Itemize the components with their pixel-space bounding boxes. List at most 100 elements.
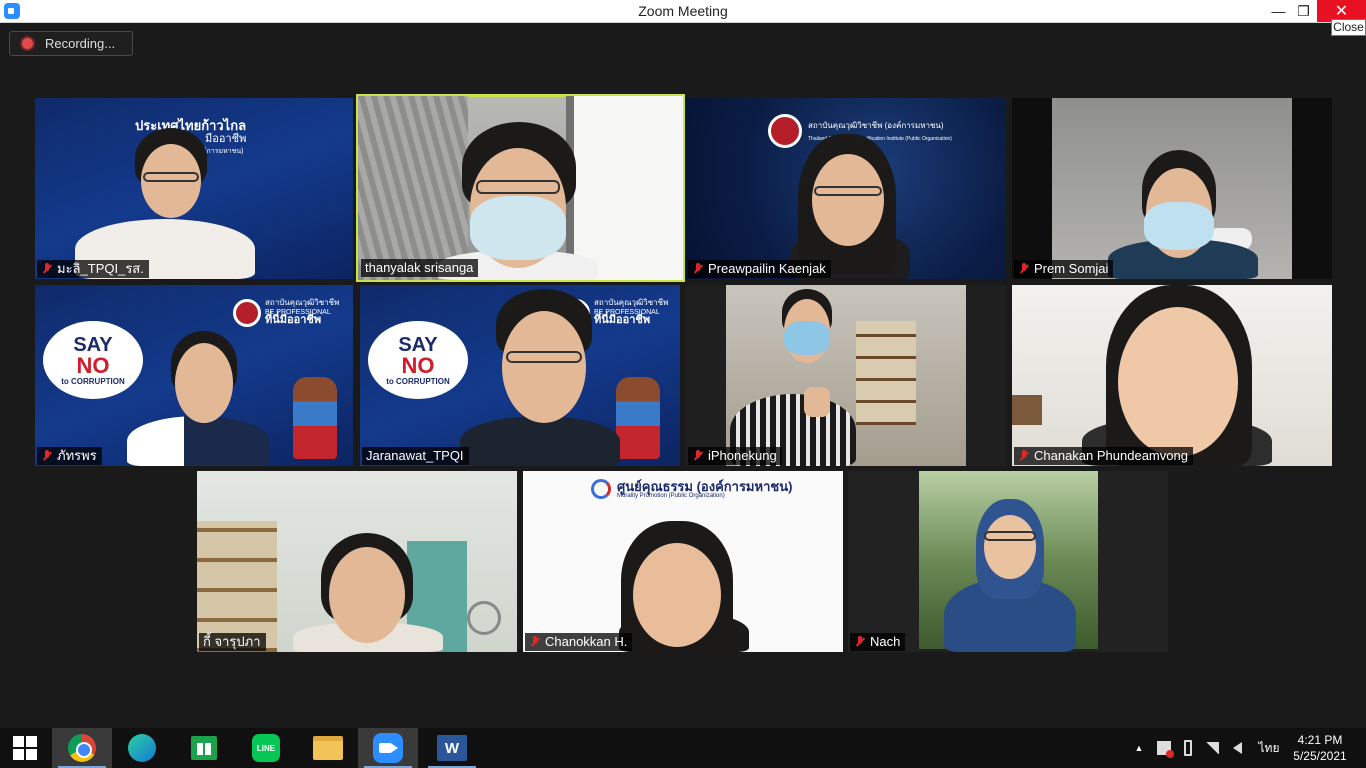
participant-face xyxy=(984,515,1036,579)
participant-name: กี้ จารุปภา xyxy=(203,634,261,649)
background-org-sub: Morality Promotion (Public Organization) xyxy=(617,493,725,499)
glasses xyxy=(143,172,199,182)
clock-date: 5/25/2021 xyxy=(1293,749,1347,763)
glasses xyxy=(506,351,582,363)
background-banner-text: มีออาชีพ xyxy=(205,133,247,145)
morality-logo xyxy=(591,479,611,499)
tpqi-logo xyxy=(768,114,802,148)
participant-tile[interactable]: Prem Somjai xyxy=(1012,98,1332,279)
taskbar-file-explorer[interactable] xyxy=(298,728,358,768)
word-icon: W xyxy=(437,735,467,761)
background-banner-text: ประเทศไทยก้าวไกล xyxy=(135,118,247,133)
participant-namebar: ภัทรพร xyxy=(37,447,102,465)
participant-tile[interactable]: ศูนย์คุณธรรม (องค์การมหาชน) Morality Pro… xyxy=(523,471,843,652)
participant-shirt xyxy=(127,416,269,466)
say-no-text: to CORRUPTION xyxy=(61,376,125,386)
say-no-text: NO xyxy=(76,352,110,378)
participant-tile-active-speaker[interactable]: thanyalak srisanga xyxy=(356,94,685,282)
participant-name: ภัทรพร xyxy=(57,448,97,463)
background-org-name: สถาบันคุณวุฒิวิชาชีพ (องค์การมหาชน) xyxy=(808,121,944,130)
window-blinds xyxy=(358,96,468,280)
zoom-icon xyxy=(373,733,403,763)
participant-name: Preawpailin Kaenjak xyxy=(708,261,826,276)
participant-namebar: กี้ จารุปภา xyxy=(199,633,266,651)
window-titlebar: Zoom Meeting — ❐ ✕ xyxy=(0,0,1366,23)
battery-icon[interactable] xyxy=(1178,728,1198,768)
participant-name: Chanokkan H. xyxy=(545,634,628,649)
start-button[interactable] xyxy=(0,728,50,768)
volume-icon[interactable] xyxy=(1226,728,1248,768)
store-icon xyxy=(191,736,217,760)
participant-name: มะลิ_TPQI_รส. xyxy=(57,261,144,276)
participant-tile[interactable]: Chanakan Phundeamvong xyxy=(1012,285,1332,466)
mic-muted-icon xyxy=(529,636,541,648)
participant-namebar: Prem Somjai xyxy=(1014,260,1114,278)
participant-namebar: Preawpailin Kaenjak xyxy=(688,260,831,278)
taskbar-chrome[interactable] xyxy=(52,728,112,768)
participant-namebar: thanyalak srisanga xyxy=(361,259,479,277)
participant-tile[interactable]: สถาบันคุณวุฒิวิชาชีพ (องค์การมหาชน) Thai… xyxy=(686,98,1006,279)
windows-icon xyxy=(13,736,37,760)
tpqi-logo xyxy=(233,299,261,327)
edge-icon xyxy=(128,734,156,762)
security-alert-icon[interactable] xyxy=(1154,728,1174,768)
mic-muted-icon xyxy=(1018,450,1030,462)
wall-frame xyxy=(1012,395,1042,425)
participant-face xyxy=(329,547,405,643)
glasses xyxy=(476,180,560,194)
thumbs-up-hand xyxy=(804,387,830,417)
mic-muted-icon xyxy=(854,636,866,648)
participant-name: iPhonekung xyxy=(708,448,777,463)
face-mask xyxy=(1144,202,1214,250)
participant-tile[interactable]: Nach xyxy=(848,471,1168,652)
participant-namebar: มะลิ_TPQI_รส. xyxy=(37,260,149,278)
taskbar-word[interactable]: W xyxy=(422,728,482,768)
show-hidden-icons[interactable]: ▲ xyxy=(1130,728,1148,768)
taskbar-edge[interactable] xyxy=(112,728,172,768)
mic-muted-icon xyxy=(692,450,704,462)
recording-label: Recording... xyxy=(45,36,116,51)
participant-namebar: Chanakan Phundeamvong xyxy=(1014,447,1193,465)
taskbar-zoom[interactable] xyxy=(358,728,418,768)
participant-name: Nach xyxy=(870,634,901,649)
language-indicator[interactable]: ไทย xyxy=(1254,728,1284,768)
participant-face xyxy=(812,154,884,246)
say-no-corruption-badge: SAY NO to CORRUPTION xyxy=(368,321,468,399)
participant-name: Prem Somjai xyxy=(1034,261,1109,276)
participant-name: thanyalak srisanga xyxy=(365,260,474,275)
say-no-text: NO xyxy=(401,352,435,378)
glasses xyxy=(984,531,1036,541)
taskbar-line[interactable]: LINE xyxy=(236,728,296,768)
taskbar-store[interactable] xyxy=(174,728,234,768)
participant-tile[interactable]: SAY NO to CORRUPTION สถาบันคุณวุฒิวิชาชี… xyxy=(35,285,353,466)
participant-namebar: iPhonekung xyxy=(688,447,782,465)
participant-namebar: Nach xyxy=(850,633,906,651)
participant-tile[interactable]: กี้ จารุปภา xyxy=(197,471,517,652)
windows-taskbar: LINE W ▲ ไทย 4:21 PM 5/25/2021 xyxy=(0,728,1366,768)
line-icon: LINE xyxy=(252,734,280,762)
mascot-character xyxy=(616,377,660,459)
mic-muted-icon xyxy=(41,263,53,275)
participant-tile[interactable]: ประเทศไทยก้าวไกล มีออาชีพ ฟ (องค์การมหาช… xyxy=(35,98,353,279)
electric-fan xyxy=(467,601,501,635)
say-no-text: to CORRUPTION xyxy=(386,376,450,386)
window-title: Zoom Meeting xyxy=(638,3,728,19)
mascot-character xyxy=(293,377,337,459)
face-mask xyxy=(470,196,566,260)
participant-tile[interactable]: iPhonekung xyxy=(686,285,1006,466)
mic-muted-icon xyxy=(1018,263,1030,275)
recording-indicator[interactable]: Recording... xyxy=(9,31,133,56)
taskbar-clock[interactable]: 4:21 PM 5/25/2021 xyxy=(1290,732,1350,764)
participant-name: Chanakan Phundeamvong xyxy=(1034,448,1188,463)
participant-face xyxy=(1118,307,1238,457)
network-icon[interactable] xyxy=(1202,728,1222,768)
background-slogan: ที่นี่มีออาชีพ xyxy=(265,314,322,326)
close-tooltip: Close xyxy=(1331,19,1366,36)
participant-tile[interactable]: SAY NO to CORRUPTION สถาบันคุณวุฒิวิชาชี… xyxy=(360,285,680,466)
background-slogan: ที่นี่มีออาชีพ xyxy=(594,314,651,326)
participant-face xyxy=(502,311,586,423)
say-no-text: SAY xyxy=(398,333,438,356)
glasses xyxy=(814,186,882,196)
participant-face xyxy=(175,343,233,423)
bookshelf xyxy=(856,321,916,425)
